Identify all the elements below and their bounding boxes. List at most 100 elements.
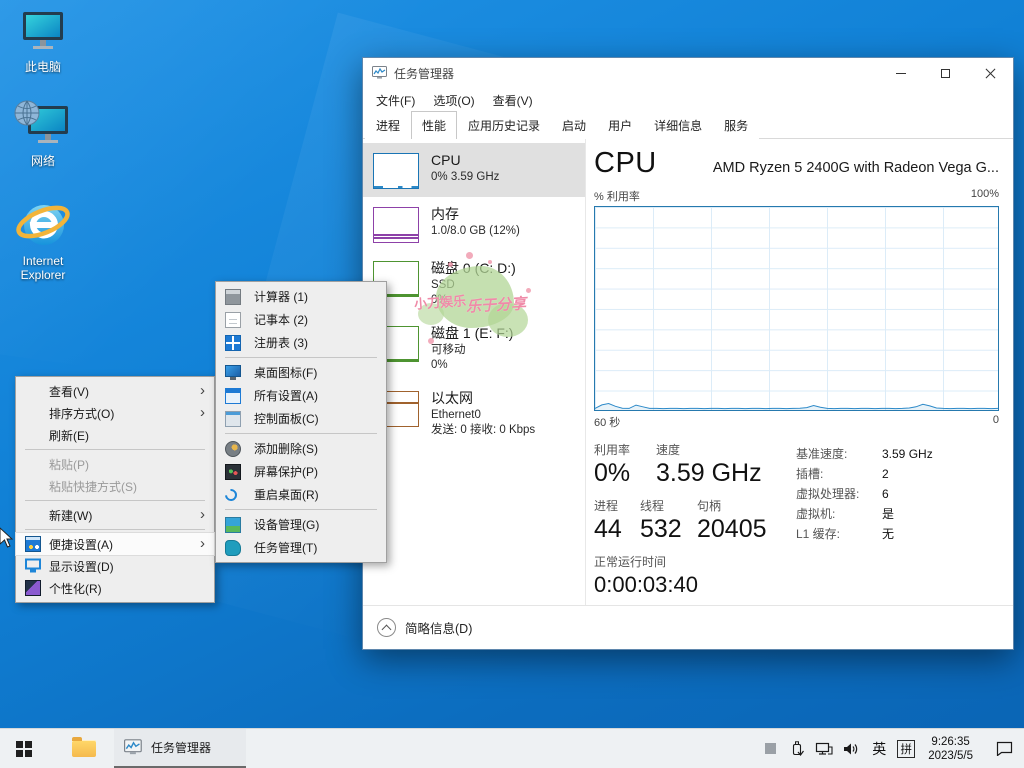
menu-item-label: 个性化(R) — [49, 581, 102, 596]
quick-settings-icon — [25, 536, 41, 552]
cpu-usage-chart — [594, 206, 999, 411]
context-menu-item-quick-settings[interactable]: 便捷设置(A) — [15, 532, 215, 556]
sidebar-item-title: 以太网 — [431, 390, 473, 406]
desktop-context-menu: 查看(V) 排序方式(O) 刷新(E) 粘贴(P) 粘贴快捷方式(S) 新建(W… — [15, 376, 215, 603]
start-button[interactable] — [0, 729, 48, 768]
desktop-icon-this-pc[interactable]: 此电脑 — [0, 10, 86, 74]
menu-item-label: 所有设置(A) — [254, 389, 318, 403]
taskbar-clock[interactable]: 9:26:35 2023/5/5 — [922, 735, 979, 763]
maximize-button[interactable] — [923, 58, 968, 88]
file-explorer-button[interactable] — [60, 729, 108, 768]
sidebar-item-memory[interactable]: 内存 1.0/8.0 GB (12%) — [363, 197, 585, 251]
window-title: 任务管理器 — [394, 66, 455, 81]
collapse-chevron-icon[interactable] — [377, 618, 396, 637]
context-menu-item-view[interactable]: 查看(V) — [16, 380, 214, 402]
network-status-icon — [816, 742, 833, 755]
context-menu-item-refresh[interactable]: 刷新(E) — [16, 424, 214, 446]
desktop-icon-internet-explorer[interactable]: Internet Explorer — [0, 198, 86, 282]
context-menu-item-paste-shortcut[interactable]: 粘贴快捷方式(S) — [16, 475, 214, 497]
tab-details[interactable]: 详细信息 — [643, 111, 714, 139]
task-manager-taskbar-icon — [124, 739, 142, 755]
ime-mode-indicator[interactable]: 拼 — [897, 739, 916, 758]
menu-separator — [25, 449, 205, 450]
sidebar-item-cpu[interactable]: CPU 0% 3.59 GHz — [363, 143, 585, 197]
menu-item-label: 刷新(E) — [49, 428, 89, 443]
menu-item-label: 便捷设置(A) — [49, 537, 113, 552]
this-pc-icon — [23, 12, 63, 49]
menu-item-label: 桌面图标(F) — [254, 366, 318, 380]
tab-processes[interactable]: 进程 — [365, 111, 412, 139]
submenu-item-registry[interactable]: 注册表 (3) — [216, 331, 386, 354]
sidebar-item-title: 内存 — [431, 206, 459, 222]
sidebar-item-disk1[interactable]: 磁盘 1 (E: F:) 可移动 0% — [363, 316, 585, 381]
tray-status-icon[interactable] — [760, 735, 780, 763]
submenu-item-screen-saver[interactable]: 屏幕保护(P) — [216, 460, 386, 483]
spec-virtual-machine-value: 是 — [882, 507, 895, 521]
tab-users[interactable]: 用户 — [597, 111, 644, 139]
stat-speed-value: 3.59 GHz — [656, 459, 762, 487]
stat-processes-value: 44 — [594, 515, 622, 543]
menu-options[interactable]: 选项(O) — [424, 88, 483, 113]
menu-item-label: 重启桌面(R) — [254, 488, 319, 502]
summary-view-toggle[interactable]: 简略信息(D) — [405, 618, 472, 637]
calculator-icon — [225, 288, 241, 305]
spec-sockets-value: 2 — [882, 467, 889, 481]
cpu-usage-sparkline — [595, 402, 998, 410]
action-center-button[interactable] — [994, 735, 1014, 763]
registry-icon — [225, 334, 241, 351]
sidebar-item-subtitle: 0% — [431, 294, 448, 306]
close-button[interactable] — [968, 58, 1013, 88]
submenu-item-all-settings[interactable]: 所有设置(A) — [216, 384, 386, 407]
screen-saver-icon — [225, 463, 241, 480]
menu-view[interactable]: 查看(V) — [484, 88, 542, 113]
tab-performance[interactable]: 性能 — [411, 111, 458, 139]
tab-services[interactable]: 服务 — [713, 111, 760, 139]
context-menu-item-new[interactable]: 新建(W) — [16, 504, 214, 526]
menu-item-label: 控制面板(C) — [254, 412, 319, 426]
submenu-item-task-manager[interactable]: 任务管理(T) — [216, 536, 386, 559]
tray-usb-icon[interactable] — [787, 735, 807, 763]
language-indicator[interactable]: 英 — [868, 739, 890, 759]
tray-volume-icon[interactable] — [841, 735, 861, 763]
spec-sockets-label: 插槽: — [796, 467, 824, 481]
memory-thumbnail-icon — [373, 207, 419, 243]
menu-item-label: 设备管理(G) — [254, 518, 320, 532]
menu-item-label: 粘贴快捷方式(S) — [49, 479, 137, 494]
tab-startup[interactable]: 启动 — [551, 111, 598, 139]
submenu-item-control-panel[interactable]: 控制面板(C) — [216, 407, 386, 430]
context-menu-item-sort-by[interactable]: 排序方式(O) — [16, 402, 214, 424]
sidebar-item-subtitle: SSD — [431, 279, 455, 291]
menu-item-label: 新建(W) — [49, 508, 93, 523]
clock-date: 2023/5/5 — [928, 749, 973, 762]
minimize-button[interactable] — [878, 58, 923, 88]
taskbar-app-task-manager[interactable]: 任务管理器 — [114, 729, 246, 768]
sidebar-item-title: 磁盘 0 (C: D:) — [431, 260, 516, 276]
submenu-item-restart-desktop[interactable]: 重启桌面(R) — [216, 483, 386, 506]
cpu-thumbnail-icon — [373, 153, 419, 189]
menu-file[interactable]: 文件(F) — [367, 88, 424, 113]
context-menu-item-paste[interactable]: 粘贴(P) — [16, 453, 214, 475]
submenu-item-notepad[interactable]: 记事本 (2) — [216, 308, 386, 331]
context-menu-item-display-settings[interactable]: 显示设置(D) — [16, 555, 214, 577]
stat-handles-label: 句柄 — [697, 499, 722, 513]
context-menu-item-personalize[interactable]: 个性化(R) — [16, 577, 214, 599]
menu-separator — [225, 433, 377, 434]
tab-app-history[interactable]: 应用历史记录 — [457, 111, 552, 139]
desktop-icon-network[interactable]: 网络 — [0, 100, 86, 168]
spec-virtual-processors-value: 6 — [882, 487, 889, 501]
menu-separator — [25, 500, 205, 501]
submenu-item-device-manager[interactable]: 设备管理(G) — [216, 513, 386, 536]
menu-item-label: 添加删除(S) — [254, 442, 318, 456]
chart-y-max-label: 100% — [970, 188, 999, 200]
chart-x-right-label: 0 — [992, 414, 999, 426]
spec-base-speed-label: 基准速度: — [796, 447, 848, 461]
sidebar-item-ethernet[interactable]: 以太网 Ethernet0 发送: 0 接收: 0 Kbps — [363, 381, 585, 446]
submenu-item-add-remove[interactable]: 添加删除(S) — [216, 437, 386, 460]
title-bar[interactable]: 任务管理器 — [363, 58, 1013, 88]
submenu-item-calculator[interactable]: 计算器 (1) — [216, 285, 386, 308]
tray-network-icon[interactable] — [814, 735, 834, 763]
close-icon — [985, 68, 996, 79]
sidebar-item-disk0[interactable]: 磁盘 0 (C: D:) SSD 0% — [363, 251, 585, 316]
submenu-item-desktop-icons[interactable]: 桌面图标(F) — [216, 361, 386, 384]
menu-item-label: 计算器 (1) — [254, 290, 309, 304]
